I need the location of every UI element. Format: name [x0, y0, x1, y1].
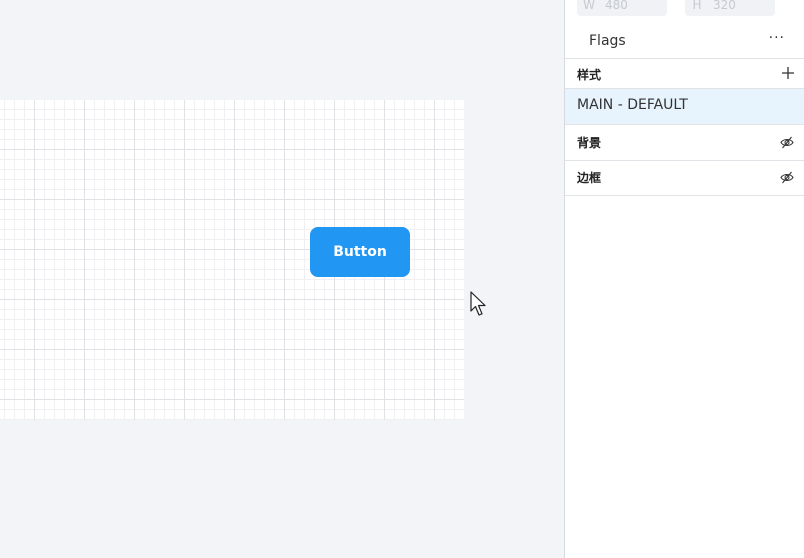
flags-row[interactable]: Flags ··· — [565, 26, 804, 59]
width-field[interactable]: W 480 — [577, 0, 667, 16]
style-item-label: MAIN - DEFAULT — [577, 97, 688, 113]
height-field-value: 320 — [713, 0, 736, 12]
border-section-title: 边框 — [577, 171, 602, 185]
plus-icon[interactable] — [781, 66, 795, 80]
background-section-header[interactable]: 背景 — [565, 125, 804, 161]
style-item-main-default[interactable]: MAIN - DEFAULT — [565, 89, 804, 125]
artboard[interactable]: Button — [0, 100, 464, 420]
width-field-label: W — [583, 0, 595, 12]
height-field[interactable]: H 320 — [685, 0, 775, 16]
dimension-fields: W 480 H 320 — [577, 0, 775, 16]
properties-panel: W 480 H 320 Flags ··· 样式 MAIN - DEFAULT … — [564, 0, 804, 558]
width-field-value: 480 — [605, 0, 628, 12]
mouse-pointer-icon — [470, 291, 486, 316]
background-section-title: 背景 — [577, 136, 602, 150]
canvas-button-label: Button — [333, 244, 387, 260]
design-canvas[interactable]: Button — [0, 0, 564, 558]
more-options-icon[interactable]: ··· — [769, 30, 785, 46]
flags-label: Flags — [589, 33, 626, 49]
styles-section-title: 样式 — [577, 68, 602, 82]
eye-off-icon[interactable] — [780, 136, 794, 149]
border-section-header[interactable]: 边框 — [565, 160, 804, 196]
height-field-label: H — [692, 0, 702, 12]
eye-off-icon[interactable] — [780, 171, 794, 184]
styles-section-header: 样式 — [565, 59, 804, 89]
canvas-button-element[interactable]: Button — [310, 227, 410, 277]
